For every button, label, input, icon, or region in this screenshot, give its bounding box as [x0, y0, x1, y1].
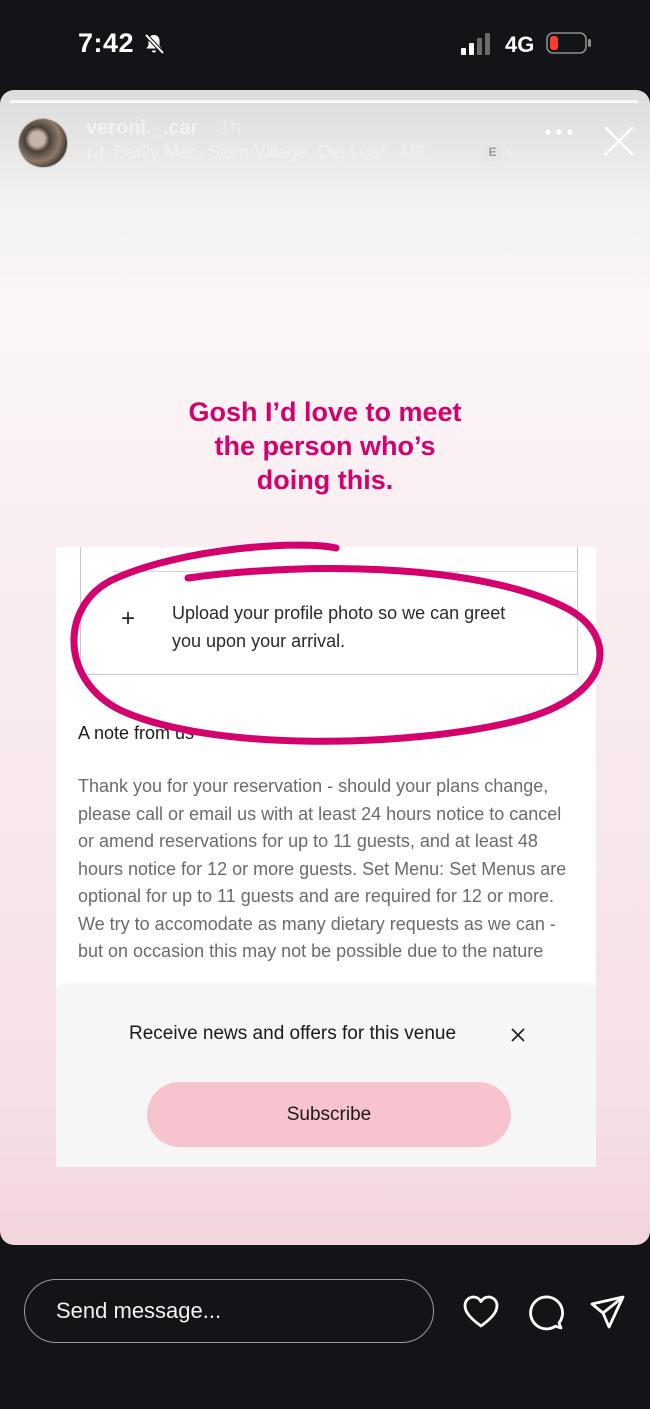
- subscribe-button: Subscribe: [147, 1082, 511, 1147]
- bell-muted-icon: [144, 33, 165, 55]
- story-headline: Gosh I’d love to meet the person who’s d…: [0, 395, 650, 497]
- note-body: Thank you for your reservation - should …: [78, 776, 567, 961]
- upload-photo-card: + Upload your profile photo so we can gr…: [80, 547, 578, 675]
- news-offers-text: Receive news and offers for this venue: [129, 1023, 457, 1044]
- explicit-badge: E: [484, 144, 501, 161]
- avatar[interactable]: [18, 118, 68, 168]
- music-bars-icon: [88, 147, 103, 161]
- status-time: 7:42: [78, 28, 135, 58]
- music-attribution[interactable]: Earlly Mac, Slum Village, Dej Loaf · ME.…: [114, 142, 443, 163]
- send-icon[interactable]: [589, 1293, 627, 1331]
- status-bar: 7:42 4G: [0, 0, 650, 88]
- headline-line-3: doing this.: [256, 465, 394, 495]
- story-view[interactable]: veroni._.car 1h Earlly Mac, Slum Village…: [0, 90, 650, 1245]
- cell-signal-icon: [461, 33, 490, 55]
- embedded-screenshot: + Upload your profile photo so we can gr…: [56, 547, 596, 1167]
- story-progress-bar: [10, 100, 638, 103]
- story-username[interactable]: veroni._.car: [86, 117, 198, 140]
- note-heading: A note from us: [78, 723, 195, 743]
- send-message-input[interactable]: [24, 1279, 434, 1343]
- heart-icon[interactable]: [462, 1293, 500, 1331]
- divider: [113, 571, 577, 572]
- headline-line-1: Gosh I’d love to meet: [188, 397, 462, 427]
- close-icon[interactable]: [602, 124, 636, 158]
- subscribe-panel: Receive news and offers for this venue S…: [56, 987, 596, 1167]
- upload-photo-text: Upload your profile photo so we can gree…: [172, 603, 506, 651]
- close-icon: [511, 1028, 525, 1042]
- headline-line-2: the person who’s: [214, 431, 436, 461]
- battery-icon: [546, 32, 591, 54]
- plus-icon: +: [121, 605, 136, 632]
- more-options-icon[interactable]: [544, 126, 574, 138]
- story-age: 1h: [219, 117, 242, 139]
- network-type: 4G: [505, 32, 535, 57]
- comment-icon[interactable]: [526, 1293, 564, 1331]
- chevron-right-icon[interactable]: ›: [506, 142, 512, 163]
